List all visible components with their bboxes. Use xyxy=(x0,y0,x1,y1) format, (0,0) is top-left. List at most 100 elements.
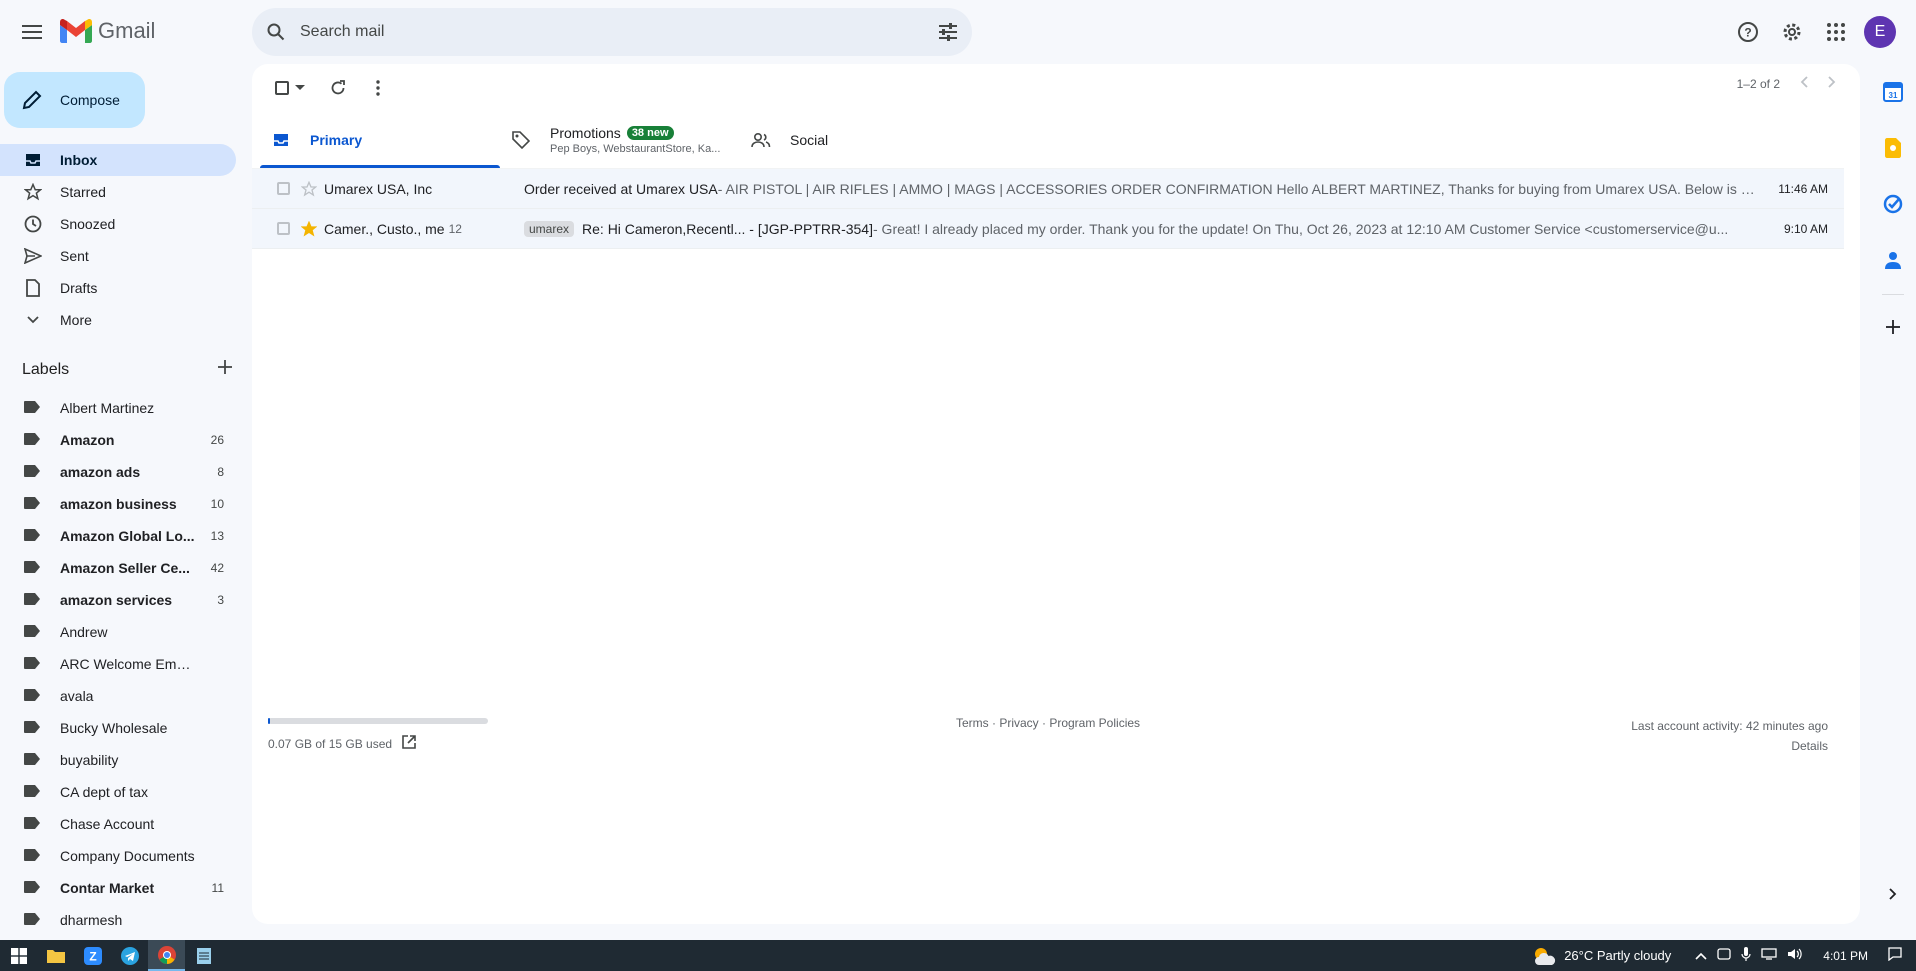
calendar-app-icon[interactable]: 31 xyxy=(1870,64,1916,120)
contacts-app-icon[interactable] xyxy=(1870,232,1916,288)
label-item[interactable]: CA dept of tax xyxy=(0,776,236,808)
clock-time[interactable]: 4:01 PM xyxy=(1823,949,1868,963)
nav-item-inbox[interactable]: Inbox xyxy=(0,144,236,176)
draft-icon xyxy=(24,279,42,297)
telegram-app-icon[interactable] xyxy=(111,940,148,971)
file-explorer-icon[interactable] xyxy=(37,940,74,971)
star-toggle-icon[interactable] xyxy=(294,220,324,237)
hamburger-icon xyxy=(22,25,42,39)
email-label-chip[interactable]: umarex xyxy=(524,220,575,237)
nav-item-drafts[interactable]: Drafts xyxy=(0,272,236,304)
zoom-app-icon[interactable]: Z xyxy=(74,940,111,971)
chrome-app-icon[interactable] xyxy=(148,940,185,971)
chevron-left-icon[interactable] xyxy=(1800,76,1808,91)
meet-now-icon[interactable] xyxy=(1717,948,1731,963)
label-item[interactable]: Amazon 26 xyxy=(0,424,236,456)
label-item[interactable]: Contar Market 11 xyxy=(0,872,236,904)
inbox-icon xyxy=(270,133,292,147)
volume-icon[interactable] xyxy=(1787,948,1803,963)
create-label-plus-icon[interactable] xyxy=(218,360,232,379)
search-icon[interactable] xyxy=(252,23,300,41)
partly-cloudy-icon xyxy=(1535,947,1556,965)
label-item[interactable]: Albert Martinez xyxy=(0,392,236,424)
label-item[interactable]: amazon business 10 xyxy=(0,488,236,520)
label-unread-count: 26 xyxy=(210,433,224,447)
chevron-up-icon[interactable] xyxy=(1695,948,1707,963)
storage-usage-bar xyxy=(268,718,488,724)
activity-details-link[interactable]: Details xyxy=(1631,736,1828,756)
chevron-right-icon[interactable] xyxy=(1828,76,1836,91)
compose-button[interactable]: Compose xyxy=(4,72,145,128)
storage-text: 0.07 GB of 15 GB used xyxy=(268,736,393,751)
nav-item-starred[interactable]: Starred xyxy=(0,176,236,208)
tab-promotions[interactable]: Promotions 38 new Pep Boys, WebstaurantS… xyxy=(500,112,740,168)
storage-usage-fill xyxy=(268,718,271,724)
select-all-checkbox[interactable] xyxy=(268,68,312,108)
label-tag-icon xyxy=(24,400,40,416)
label-item[interactable]: dharmesh xyxy=(0,904,236,936)
search-bar[interactable] xyxy=(252,8,972,56)
email-checkbox[interactable] xyxy=(252,222,290,235)
tab-social[interactable]: Social xyxy=(740,112,980,168)
main-menu-button[interactable] xyxy=(16,16,48,48)
label-tag-icon xyxy=(24,880,40,896)
label-item[interactable]: Chase Account xyxy=(0,808,236,840)
external-link-icon[interactable] xyxy=(402,735,416,752)
label-item[interactable]: buyability xyxy=(0,744,236,776)
network-icon[interactable] xyxy=(1761,948,1777,963)
email-checkbox[interactable] xyxy=(252,182,290,195)
tasks-app-icon[interactable] xyxy=(1870,176,1916,232)
weather-widget[interactable]: 26°C Partly cloudy xyxy=(1532,946,1671,966)
side-panel: 31 xyxy=(1870,64,1916,940)
notification-icon[interactable] xyxy=(1888,947,1902,964)
search-options-icon[interactable] xyxy=(924,23,972,41)
notepad-app-icon[interactable] xyxy=(185,940,222,971)
label-item[interactable]: Company Documents xyxy=(0,840,236,872)
svg-text:31: 31 xyxy=(1889,91,1898,100)
help-icon[interactable]: ? xyxy=(1728,12,1768,52)
label-item[interactable]: amazon ads 8 xyxy=(0,456,236,488)
apps-grid-icon[interactable] xyxy=(1816,12,1856,52)
keep-app-icon[interactable] xyxy=(1870,120,1916,176)
windows-start-icon[interactable] xyxy=(0,940,37,971)
label-tag-icon xyxy=(24,496,40,512)
nav-item-sent[interactable]: Sent xyxy=(0,240,236,272)
email-time: 9:10 AM xyxy=(1783,221,1828,236)
label-item[interactable]: Amazon Seller Ce... 42 xyxy=(0,552,236,584)
tab-primary[interactable]: Primary xyxy=(260,112,500,168)
label-item[interactable]: Amazon Global Lo... 13 xyxy=(0,520,236,552)
email-row[interactable]: Camer., Custo., me 12 umarex Re: Hi Cameron… xyxy=(252,209,1844,249)
microphone-icon[interactable] xyxy=(1741,947,1751,964)
label-item[interactable]: ARC Welcome Emails xyxy=(0,648,236,680)
labels-header: Labels xyxy=(22,360,232,379)
label-tag-icon xyxy=(24,464,40,480)
settings-gear-icon[interactable] xyxy=(1772,12,1812,52)
pager-text: 1–2 of 2 xyxy=(1736,76,1780,91)
inbox-icon xyxy=(24,153,42,167)
label-item[interactable]: Andrew xyxy=(0,616,236,648)
hide-side-panel-chevron-icon[interactable] xyxy=(1870,888,1916,900)
email-row[interactable]: Umarex USA, Inc Order received at Umarex … xyxy=(252,169,1844,209)
label-item[interactable]: Bucky Wholesale xyxy=(0,712,236,744)
footer-links[interactable]: Terms · Privacy · Program Policies xyxy=(956,716,1140,730)
label-name: Andrew xyxy=(60,624,108,640)
label-item[interactable]: avala xyxy=(0,680,236,712)
last-activity: Last account activity: 42 minutes ago xyxy=(1631,719,1828,733)
account-avatar[interactable]: E xyxy=(1864,16,1896,48)
star-toggle-icon[interactable] xyxy=(294,180,324,197)
label-name: amazon services xyxy=(60,592,173,608)
email-snippet: - AIR PISTOL | AIR RIFLES | AMMO | MAGS … xyxy=(717,180,1758,197)
label-name: Amazon Seller Ce... xyxy=(60,560,190,576)
get-addons-plus-icon[interactable] xyxy=(1870,307,1916,347)
refresh-icon[interactable] xyxy=(318,68,358,108)
email-sender: Camer., Custo., me 12 xyxy=(324,220,462,237)
nav-item-snoozed[interactable]: Snoozed xyxy=(0,208,236,240)
nav-item-more[interactable]: More xyxy=(0,304,236,336)
more-options-icon[interactable] xyxy=(358,68,398,108)
search-input[interactable] xyxy=(300,23,924,41)
nav-list: Inbox Starred Snoozed Sent Drafts More xyxy=(0,144,236,336)
label-item[interactable]: amazon services 3 xyxy=(0,584,236,616)
gmail-logo[interactable]: Gmail xyxy=(60,18,155,44)
label-unread-count: 10 xyxy=(210,497,224,511)
label-tag-icon xyxy=(24,528,40,544)
